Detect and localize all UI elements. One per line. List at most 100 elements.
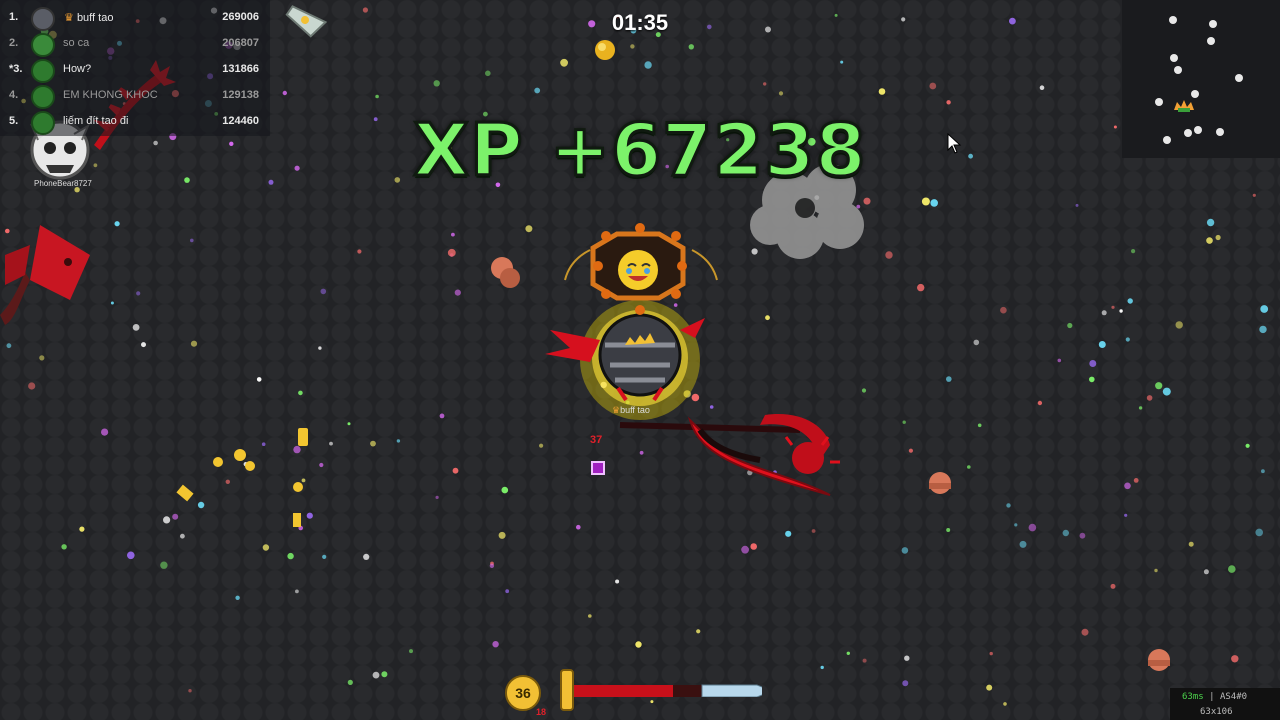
food-orb xyxy=(319,462,324,468)
food-orb xyxy=(1125,337,1130,342)
food-orb xyxy=(28,382,36,390)
match-timer: 01:35 xyxy=(611,10,669,35)
food-orb xyxy=(688,44,694,50)
minimap xyxy=(1122,0,1280,158)
leaderboard-score: 131866 xyxy=(222,63,259,75)
skull-icon xyxy=(1155,16,1243,144)
food-orb xyxy=(635,641,642,648)
food-orb xyxy=(862,658,867,663)
food-orb xyxy=(639,450,644,455)
food-orb xyxy=(630,44,635,49)
food-orb xyxy=(188,689,192,693)
food-orb xyxy=(39,355,45,361)
food-orb xyxy=(381,671,388,678)
food-orb xyxy=(79,526,85,532)
food-orb xyxy=(525,225,533,233)
food-orb xyxy=(1131,249,1136,254)
food-orb xyxy=(908,448,914,453)
mouse-cursor-icon xyxy=(947,133,962,154)
food-orb xyxy=(295,589,299,594)
food-orb xyxy=(322,554,327,560)
food-orb xyxy=(1231,655,1239,663)
food-orb xyxy=(1228,565,1236,573)
food-orb xyxy=(861,388,867,393)
food-orb xyxy=(1119,309,1123,313)
food-orb xyxy=(1124,482,1131,490)
food-orb xyxy=(1252,193,1256,197)
food-orb xyxy=(498,531,506,539)
leaderboard-rank: 4. xyxy=(9,89,19,101)
food-orb xyxy=(840,60,844,64)
food-orb xyxy=(1124,513,1128,517)
food-orb xyxy=(287,552,294,560)
food-orb xyxy=(709,405,714,409)
food-orb xyxy=(1039,85,1045,90)
food-orb xyxy=(370,440,376,447)
food-orb xyxy=(6,343,12,349)
food-orb xyxy=(1079,532,1086,539)
food-orb xyxy=(1206,218,1215,227)
food-orb xyxy=(347,422,351,426)
food-orb xyxy=(560,58,568,67)
food-orb xyxy=(763,82,767,86)
crown-icon: ♛ xyxy=(612,405,621,415)
food-orb xyxy=(856,204,861,209)
food-orb xyxy=(977,423,982,428)
food-orb xyxy=(190,238,194,243)
copper-coin xyxy=(491,257,520,288)
player-character xyxy=(545,300,705,420)
leaderboard-name: How? xyxy=(63,63,92,75)
food-orb xyxy=(180,533,185,539)
food-orb xyxy=(1203,569,1209,575)
food-orb xyxy=(1245,443,1250,448)
food-orb xyxy=(1014,523,1018,527)
copper-coin xyxy=(1148,649,1170,671)
food-orb xyxy=(492,641,499,648)
enemy-weapon-cleaver xyxy=(0,225,90,325)
food-orb xyxy=(1067,322,1073,329)
level-badge: 36 xyxy=(505,675,541,711)
food-orb xyxy=(306,512,313,519)
food-orb xyxy=(235,595,240,600)
food-orb xyxy=(902,680,909,687)
food-orb xyxy=(1075,203,1079,207)
food-orb xyxy=(435,495,439,499)
food-orb xyxy=(673,303,678,307)
food-orb xyxy=(1133,478,1139,483)
food-orb xyxy=(1188,541,1194,547)
food-orb xyxy=(375,94,379,99)
food-orb xyxy=(197,501,205,509)
food-orb xyxy=(489,563,495,568)
game-canvas[interactable]: 1. ♛ buff tao 269006 2. so ca 206807 *3.… xyxy=(0,0,1280,720)
food-orb xyxy=(615,579,620,584)
food-orb xyxy=(1261,469,1265,474)
food-orb xyxy=(1006,503,1011,508)
food-orb xyxy=(1162,387,1171,396)
food-orb xyxy=(282,90,287,96)
food-orb xyxy=(765,315,770,321)
food-orb xyxy=(902,420,906,424)
food-orb xyxy=(357,249,362,254)
leaderboard-name: so ca xyxy=(63,37,90,49)
food-orb xyxy=(318,346,322,350)
food-orb xyxy=(863,197,871,205)
food-orb xyxy=(967,465,971,469)
food-orb xyxy=(534,87,541,94)
level-sub-number: 18 xyxy=(536,707,547,717)
food-orb xyxy=(163,516,171,524)
food-orb xyxy=(451,232,455,237)
food-orb xyxy=(1175,321,1183,329)
sword-hilt xyxy=(560,669,574,711)
food-orb xyxy=(696,629,701,634)
food-orb xyxy=(1206,237,1213,244)
food-orb xyxy=(973,339,980,346)
food-orb xyxy=(101,428,109,436)
leaderboard-row: 4. EM KHONG KHOC 129138 xyxy=(0,82,270,109)
food-orb xyxy=(929,82,937,90)
food-orb xyxy=(588,614,592,618)
food-orb xyxy=(261,442,266,447)
food-orb xyxy=(298,390,303,396)
food-orb xyxy=(329,441,333,446)
purple-gem xyxy=(591,461,605,475)
map-size-readout: 63x106 xyxy=(1200,707,1233,717)
